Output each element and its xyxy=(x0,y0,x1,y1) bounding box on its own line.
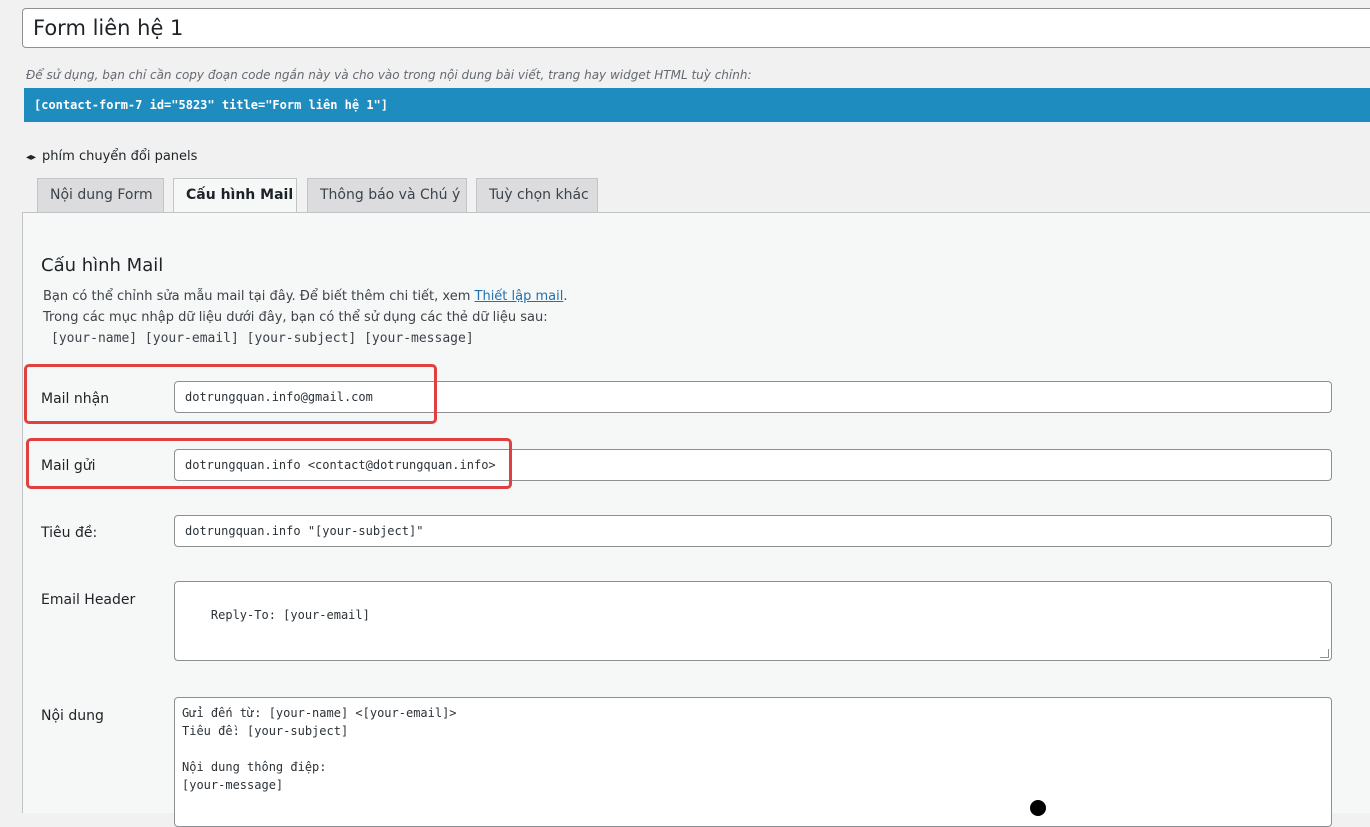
desc-period: . xyxy=(563,289,568,304)
mouse-cursor-icon xyxy=(1030,800,1046,816)
shortcode-box[interactable]: [contact-form-7 id="5823" title="Form li… xyxy=(24,88,1370,122)
panel-title: Cấu hình Mail xyxy=(41,255,164,276)
highlight-mail-from xyxy=(26,438,512,489)
mail-setup-link[interactable]: Thiết lập mail xyxy=(475,289,564,304)
panels-toggle[interactable]: ◂▸ phím chuyển đổi panels xyxy=(26,149,197,164)
headers-text: Reply-To: [your-email] xyxy=(210,608,370,622)
tab-messages[interactable]: Thông báo và Chú ý xyxy=(307,178,467,213)
mail-subject-input[interactable]: dotrungquan.info "[your-subject]" xyxy=(174,515,1332,547)
mail-headers-textarea[interactable]: Reply-To: [your-email] xyxy=(174,581,1332,661)
shortcode-hint: Để sử dụng, bạn chỉ cần copy đoạn code n… xyxy=(26,68,752,82)
tab-form-content[interactable]: Nội dung Form xyxy=(37,178,164,213)
mail-body-textarea[interactable]: Gửi đến từ: [your-name] <[your-email]> T… xyxy=(174,697,1332,827)
panel-description: Bạn có thể chỉnh sửa mẫu mail tại đây. Đ… xyxy=(43,289,568,304)
form-title-input[interactable]: Form liên hệ 1 xyxy=(22,8,1370,48)
arrows-icon: ◂▸ xyxy=(26,152,37,163)
panels-toggle-label: phím chuyển đổi panels xyxy=(42,149,198,164)
mail-body-label: Nội dung xyxy=(41,708,104,724)
panel-tags-hint: Trong các mục nhập dữ liệu dưới đây, bạn… xyxy=(43,310,548,325)
mail-tags: [your-name] [your-email] [your-subject] … xyxy=(51,331,474,346)
resize-handle-icon[interactable] xyxy=(1320,649,1329,658)
tab-mail[interactable]: Cấu hình Mail xyxy=(173,178,297,214)
mail-panel: Cấu hình Mail Bạn có thể chỉnh sửa mẫu m… xyxy=(22,212,1370,827)
tab-additional-settings[interactable]: Tuỳ chọn khác xyxy=(476,178,598,213)
desc-text: Bạn có thể chỉnh sửa mẫu mail tại đây. Đ… xyxy=(43,289,475,304)
highlight-mail-to xyxy=(24,364,437,424)
mail-subject-label: Tiêu đề: xyxy=(41,525,98,541)
mail-headers-label: Email Header xyxy=(41,592,136,608)
